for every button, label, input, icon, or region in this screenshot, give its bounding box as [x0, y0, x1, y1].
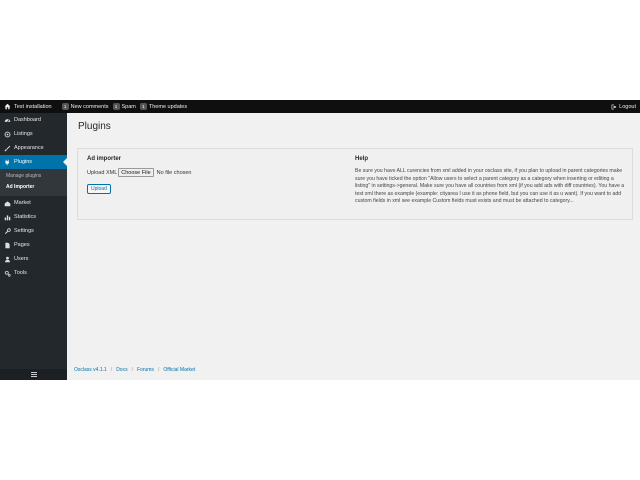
sidebar-item-label: Users	[14, 256, 29, 262]
tools-icon	[4, 270, 11, 277]
upload-xml-label: Upload XML	[87, 169, 118, 176]
sidebar-item-label: Market	[14, 200, 31, 206]
sidebar-item-label: Plugins	[14, 159, 33, 165]
admin-top-bar: Test installation 1 New comments 1 Spam …	[0, 100, 640, 113]
upload-row: Upload XML Choose File No file chosen	[87, 168, 337, 177]
page-icon	[5, 242, 10, 248]
spam-count: 1	[112, 103, 120, 110]
footer-separator: /	[131, 367, 133, 373]
listings-icon	[4, 131, 11, 137]
logout-link[interactable]: Logout	[611, 100, 636, 113]
footer-link-docs[interactable]: Docs	[116, 367, 127, 373]
new-comments-link[interactable]: 1 New comments	[61, 100, 109, 113]
version-link[interactable]: Osclass v4.1.1	[74, 367, 107, 373]
sidebar-item-settings[interactable]: Settings	[0, 224, 67, 238]
theme-updates-link[interactable]: 1 Theme updates	[139, 100, 188, 113]
home-icon	[4, 103, 11, 110]
market-icon	[4, 200, 11, 206]
sidebar-item-label: Statistics	[14, 214, 37, 220]
sidebar-item-label: Listings	[14, 131, 33, 137]
footer-link-forums[interactable]: Forums	[137, 367, 154, 373]
plugins-submenu: Manage plugins Ad Importer	[0, 169, 67, 196]
collapse-menu-button[interactable]	[0, 369, 67, 380]
footer-separator: /	[110, 367, 113, 373]
upload-button[interactable]: Upload	[87, 184, 111, 194]
sidebar-item-label: Settings	[14, 228, 34, 234]
logout-label: Logout	[619, 103, 636, 110]
logout-icon	[611, 104, 617, 109]
help-title: Help	[355, 156, 369, 162]
wrench-icon	[5, 227, 11, 234]
help-text: Be sure you have ALL curencies from xml …	[355, 168, 625, 205]
users-icon	[5, 256, 10, 262]
dashboard-icon	[4, 118, 11, 122]
sidebar-item-plugins[interactable]: Plugins	[0, 155, 67, 169]
submenu-ad-importer[interactable]: Ad Importer	[0, 182, 67, 193]
menu-icon	[30, 372, 37, 377]
sidebar-item-label: Tools	[14, 270, 27, 276]
sidebar-item-pages[interactable]: Pages	[0, 238, 67, 252]
importer-column: Ad importer Upload XML Choose File No fi…	[87, 156, 337, 195]
sidebar-item-appearance[interactable]: Appearance	[0, 141, 67, 155]
spam-label: Spam	[121, 103, 136, 110]
choose-file-button[interactable]: Choose File	[118, 168, 154, 177]
new-comments-label: New comments	[70, 103, 109, 110]
sidebar-item-listings[interactable]: Listings	[0, 127, 67, 141]
admin-sidebar: Dashboard Listings Appearance Plugins Ma…	[0, 113, 67, 380]
sidebar-item-statistics[interactable]: Statistics	[0, 210, 67, 224]
submenu-manage-plugins[interactable]: Manage plugins	[0, 171, 67, 182]
sidebar-item-users[interactable]: Users	[0, 252, 67, 266]
admin-viewport: Test installation 1 New comments 1 Spam …	[0, 100, 640, 380]
help-column: Help Be sure you have ALL curencies from…	[355, 156, 625, 206]
new-comments-count: 1	[61, 103, 69, 110]
ad-importer-panel: Ad importer Upload XML Choose File No fi…	[77, 148, 633, 220]
sidebar-item-market[interactable]: Market	[0, 196, 67, 210]
sidebar-item-tools[interactable]: Tools	[0, 266, 67, 280]
site-name-link[interactable]: Test installation	[4, 100, 52, 113]
importer-title: Ad importer	[87, 156, 122, 162]
main-content: Plugins Ad importer Upload XML Choose Fi…	[67, 113, 640, 380]
sidebar-item-label: Pages	[14, 242, 30, 248]
brush-icon	[4, 145, 11, 151]
admin-footer: Osclass v4.1.1 / Docs / Forums / Officia…	[74, 367, 195, 373]
no-file-text: No file chosen	[156, 169, 192, 176]
sidebar-item-label: Appearance	[14, 145, 44, 151]
theme-updates-label: Theme updates	[148, 103, 188, 110]
site-name: Test installation	[14, 103, 52, 110]
theme-updates-count: 1	[139, 103, 147, 110]
page-title: Plugins	[78, 121, 111, 132]
footer-link-market[interactable]: Official Market	[163, 367, 195, 373]
sidebar-item-label: Dashboard	[14, 117, 41, 123]
spam-link[interactable]: 1 Spam	[112, 100, 136, 113]
sidebar-item-dashboard[interactable]: Dashboard	[0, 113, 67, 127]
footer-separator: /	[157, 367, 160, 373]
plug-icon	[5, 159, 9, 165]
chart-icon	[4, 214, 11, 220]
